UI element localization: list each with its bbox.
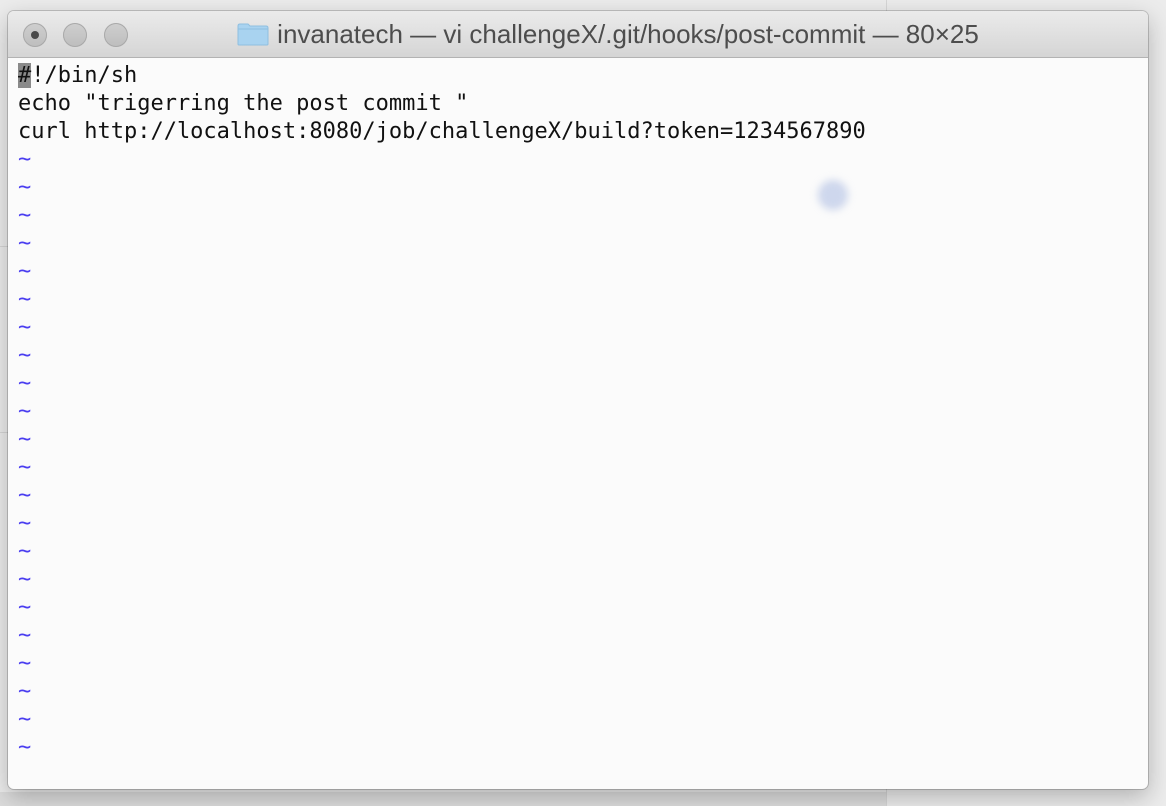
empty-line-marker: ~ — [18, 259, 32, 284]
empty-line-markers: ~ ~ ~ ~ ~ ~ ~ ~ ~ ~ ~ ~ ~ ~ ~ ~ ~ ~ ~ ~ ~ ~ — [18, 146, 1148, 762]
empty-line-marker: ~ — [18, 595, 32, 620]
terminal-window: invanatech — vi challengeX/.git/hooks/po… — [8, 11, 1148, 789]
empty-line-marker: ~ — [18, 371, 32, 396]
empty-line-marker: ~ — [18, 343, 32, 368]
text-cursor: # — [18, 63, 32, 88]
empty-line-marker: ~ — [18, 203, 32, 228]
empty-line-marker: ~ — [18, 427, 32, 452]
empty-line-marker: ~ — [18, 175, 32, 200]
background-window-bottom — [0, 792, 886, 806]
empty-line-marker: ~ — [18, 315, 32, 340]
empty-line-marker: ~ — [18, 735, 32, 760]
empty-line-marker: ~ — [18, 231, 32, 256]
buffer-line-3: curl http://localhost:8080/job/challenge… — [18, 119, 866, 144]
empty-line-marker: ~ — [18, 455, 32, 480]
empty-line-marker: ~ — [18, 511, 32, 536]
desktop-background: invanatech — vi challengeX/.git/hooks/po… — [0, 0, 1166, 806]
vi-editor-buffer[interactable]: #!/bin/sh echo "trigerring the post comm… — [8, 58, 1148, 789]
empty-line-marker: ~ — [18, 287, 32, 312]
buffer-line-1: #!/bin/sh — [18, 62, 1148, 90]
empty-line-marker: ~ — [18, 679, 32, 704]
empty-line-marker: ~ — [18, 539, 32, 564]
blurred-artifact — [818, 180, 848, 210]
buffer-line-1-text: !/bin/sh — [31, 63, 138, 88]
empty-line-marker: ~ — [18, 567, 32, 592]
empty-line-marker: ~ — [18, 623, 32, 648]
folder-icon — [237, 23, 269, 46]
empty-line-marker: ~ — [18, 399, 32, 424]
window-title-container: invanatech — vi challengeX/.git/hooks/po… — [8, 11, 1148, 57]
empty-line-marker: ~ — [18, 483, 32, 508]
window-title: invanatech — vi challengeX/.git/hooks/po… — [277, 18, 979, 49]
empty-line-marker: ~ — [18, 147, 32, 172]
empty-line-marker: ~ — [18, 707, 32, 732]
buffer-line-2: echo "trigerring the post commit " — [18, 91, 469, 116]
empty-line-marker: ~ — [18, 651, 32, 676]
title-bar[interactable]: invanatech — vi challengeX/.git/hooks/po… — [8, 11, 1148, 58]
